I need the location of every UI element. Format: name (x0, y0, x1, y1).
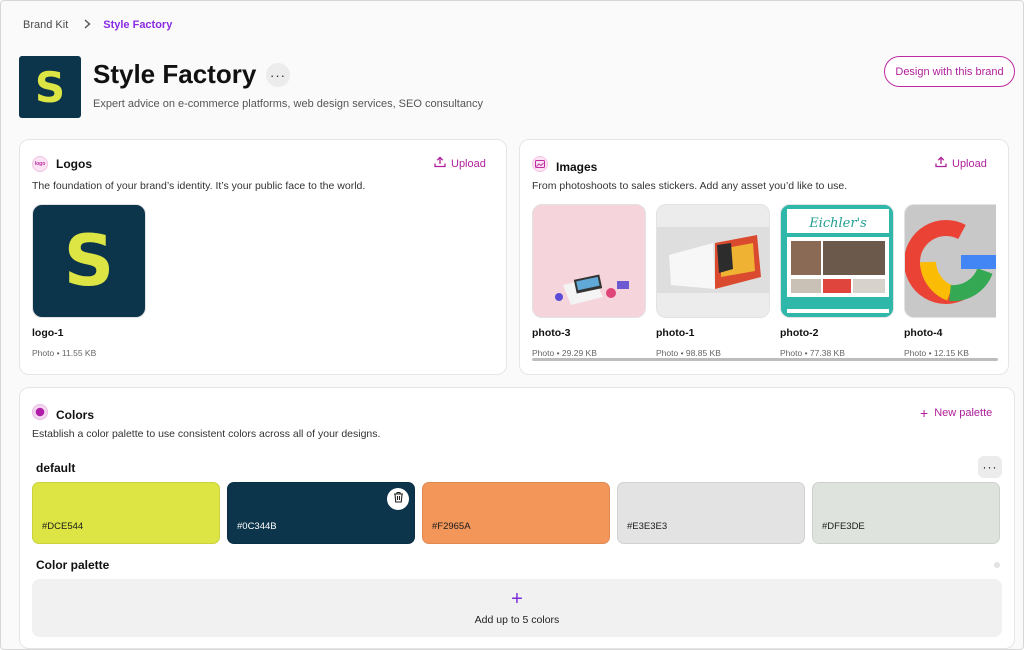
images-upload-button[interactable]: Upload (935, 156, 987, 171)
brand-logo: S (19, 56, 81, 118)
logo-thumbnail[interactable]: S (32, 204, 146, 318)
colors-card: Colors + New palette Establish a color p… (19, 387, 1015, 649)
images-title: Images (556, 159, 598, 174)
upload-icon (434, 156, 446, 171)
photo-2-sign-text: Eichler's (808, 216, 867, 231)
plus-icon: + (511, 588, 523, 610)
image-thumbnail[interactable]: Eichler's (780, 204, 894, 318)
color-swatch[interactable]: #F2965A (422, 482, 610, 544)
swatch-hex-label: #DFE3DE (822, 521, 865, 532)
color-swatch[interactable]: #DCE544 (32, 482, 220, 544)
add-colors-label: Add up to 5 colors (474, 614, 560, 626)
images-card: Images Upload From photoshoots to sales … (519, 139, 1009, 375)
upload-icon (935, 156, 947, 171)
plus-icon: + (920, 405, 929, 421)
brand-description: Expert advice on e-commerce platforms, w… (93, 98, 484, 110)
asset-name: photo-4 (904, 327, 943, 339)
swatch-hex-label: #E3E3E3 (627, 521, 668, 532)
design-with-brand-button[interactable]: Design with this brand (884, 56, 1015, 87)
image-thumbnail[interactable] (656, 204, 770, 318)
asset-name: logo-1 (32, 327, 64, 339)
asset-meta: Photo • 12.15 KB (904, 348, 969, 358)
logo-icon: logo (32, 156, 48, 172)
palette-more-button[interactable]: ··· (978, 456, 1002, 478)
asset-meta: Photo • 29.29 KB (532, 348, 597, 358)
images-subtitle: From photoshoots to sales stickers. Add … (532, 180, 848, 192)
palette-name: default (36, 461, 76, 475)
logos-subtitle: The foundation of your brand’s identity.… (32, 180, 366, 192)
asset-name: photo-2 (780, 327, 819, 339)
image-thumbnail[interactable] (904, 204, 996, 318)
colors-header: Colors (32, 404, 94, 425)
logos-upload-button[interactable]: Upload (434, 156, 486, 171)
add-colors-button[interactable]: + Add up to 5 colors (32, 579, 1002, 637)
colors-subtitle: Establish a color palette to use consist… (32, 428, 381, 440)
asset-meta: Photo • 77.38 KB (780, 348, 845, 358)
breadcrumb-current: Style Factory (103, 19, 173, 31)
images-scrollbar[interactable] (532, 358, 998, 361)
image-thumbnail[interactable] (532, 204, 646, 318)
trash-icon (393, 490, 404, 508)
colors-title: Colors (56, 407, 95, 422)
color-palette-label: Color palette (36, 558, 110, 572)
brand-logo-letter: S (34, 62, 66, 112)
swatch-hex-label: #F2965A (432, 521, 471, 532)
new-palette-button[interactable]: + New palette (920, 405, 992, 421)
new-palette-label: New palette (934, 407, 993, 419)
color-swatch[interactable]: #0C344B (227, 482, 415, 544)
logos-title: Logos (56, 157, 92, 171)
swatch-hex-label: #DCE544 (42, 521, 84, 532)
logo-thumbnail-letter: S (63, 220, 115, 302)
images-upload-label: Upload (952, 157, 987, 170)
color-swatch[interactable]: #DFE3DE (812, 482, 1000, 544)
breadcrumb-brand-kit[interactable]: Brand Kit (23, 19, 68, 31)
chevron-right-icon (84, 18, 91, 32)
images-header: Images (532, 156, 597, 177)
image-icon (532, 156, 548, 177)
brand-more-button[interactable]: ··· (266, 63, 290, 87)
logos-upload-label: Upload (451, 157, 486, 170)
swatch-hex-label: #0C344B (237, 521, 277, 532)
asset-name: photo-1 (656, 327, 695, 339)
asset-name: photo-3 (532, 327, 571, 339)
logos-header: logo Logos (32, 156, 92, 172)
color-swatch[interactable]: #E3E3E3 (617, 482, 805, 544)
asset-meta: Photo • 11.55 KB (32, 348, 97, 358)
delete-color-button[interactable] (387, 488, 409, 510)
page-title: Style Factory (93, 59, 257, 89)
brand-kit-page: Brand Kit Style Factory S Style Factory … (0, 0, 1024, 650)
scroll-indicator (994, 562, 1000, 568)
breadcrumb: Brand Kit Style Factory (23, 18, 172, 32)
asset-meta: Photo • 98.85 KB (656, 348, 721, 358)
logos-card: logo Logos Upload The foundation of your… (19, 139, 507, 375)
palette-icon (32, 404, 48, 425)
